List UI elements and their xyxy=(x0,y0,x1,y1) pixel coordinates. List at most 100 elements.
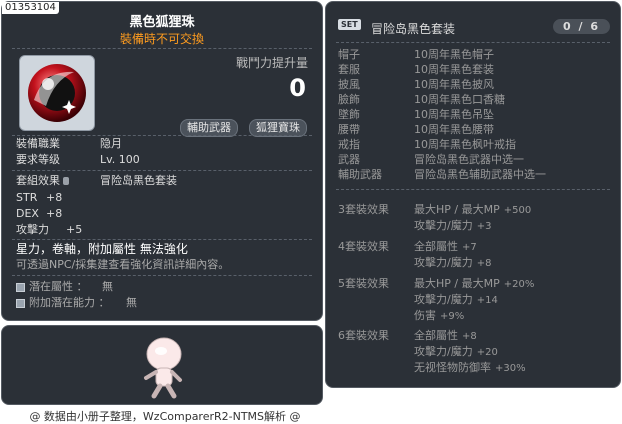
effect-text: 最大HP / 最大MP xyxy=(414,277,500,290)
set-label: 套組效果 xyxy=(16,174,60,187)
set-part-row: 戒指 10周年黑色枫叶戒指 xyxy=(338,137,516,152)
stat-name: DEX xyxy=(16,207,39,220)
set-part-row: 帽子 10周年黑色帽子 xyxy=(338,47,494,62)
effect-text: 攻擊力/魔力 xyxy=(414,293,473,306)
item-tooltip-panel: 01353104 黑色狐狸珠 裝備時不可交換 戰鬥力提升量 0 輔助武器 狐狸寶… xyxy=(1,1,323,321)
stat-name: STR xyxy=(16,191,38,204)
divider xyxy=(12,48,312,49)
effect-value: +500 xyxy=(503,205,532,216)
job-value: 隐月 xyxy=(100,137,122,150)
part-name: 10周年黑色吊坠 xyxy=(414,108,494,121)
set-part-row: 臉飾 10周年黑色口香糖 xyxy=(338,92,505,107)
effect-text: 最大HP / 最大MP xyxy=(414,203,500,216)
set-effect-label: 6套裝效果 xyxy=(338,329,389,342)
effect-value: +9% xyxy=(440,311,465,322)
effect-value: +20% xyxy=(503,279,535,290)
set-value: 冒险岛黑色套装 xyxy=(100,174,177,187)
set-part-row: 輔助武器 冒险岛黑色辅助武器中选一 xyxy=(338,167,546,182)
set-title: 冒险岛黑色套装 xyxy=(371,22,456,36)
level-label: 要求等级 xyxy=(16,153,60,166)
fox-orb-icon xyxy=(28,64,86,122)
level-row: 要求等级 Lv. 100 xyxy=(16,153,140,167)
part-name: 冒险岛黑色武器中选一 xyxy=(414,153,524,166)
divider xyxy=(12,275,312,276)
effect-value: +20 xyxy=(476,347,498,358)
part-name: 10周年黑色帽子 xyxy=(414,48,494,61)
set-count-badge: 0 / 6 xyxy=(553,19,610,34)
part-slot: 臉飾 xyxy=(338,93,360,106)
enhance-info-note: 可透過NPC/採集建查看強化資訊詳細內容。 xyxy=(16,258,230,271)
power-label: 戰鬥力提升量 xyxy=(235,56,308,70)
set-info-panel: SET 冒险岛黑色套装 0 / 6 帽子 10周年黑色帽子 套服 10周年黑色套装 … xyxy=(325,1,621,388)
set-effect-lines: 最大HP / 最大MP +20% 攻擊力/魔力 +14 伤害 +9% xyxy=(414,276,534,324)
potential-bullet-icon xyxy=(16,282,25,292)
effect-text: 无视怪物防御率 xyxy=(414,361,491,374)
set-part-row: 武器 冒险岛黑色武器中选一 xyxy=(338,152,524,167)
part-slot: 套服 xyxy=(338,63,360,76)
stat-value: +8 xyxy=(46,207,63,220)
stat-str: STR +8 xyxy=(16,191,62,205)
part-name: 冒险岛黑色辅助武器中选一 xyxy=(414,168,546,181)
set-part-row: 墜飾 10周年黑色吊坠 xyxy=(338,107,494,122)
additional-potential-label: 附加潛在能力 ： xyxy=(29,296,110,309)
level-value: Lv. 100 xyxy=(100,153,140,166)
part-name: 10周年黑色披风 xyxy=(414,78,494,91)
potential-value: 無 xyxy=(102,280,113,293)
set-effect-label: 3套裝效果 xyxy=(338,203,389,216)
part-slot: 戒指 xyxy=(338,138,360,151)
effect-value: +8 xyxy=(476,258,492,269)
effect-text: 攻擊力/魔力 xyxy=(414,345,473,358)
part-slot: 武器 xyxy=(338,153,360,166)
job-row: 裝備職業 隐月 xyxy=(16,137,122,151)
part-name: 10周年黑色套装 xyxy=(414,63,494,76)
enhance-note: 星力，卷軸，附加屬性 無法強化 xyxy=(16,242,188,256)
effect-value: +3 xyxy=(476,221,492,232)
stat-value: +8 xyxy=(46,191,63,204)
part-name: 10周年黑色口香糖 xyxy=(414,93,505,106)
stat-value: +5 xyxy=(66,223,83,236)
set-effect-lines: 最大HP / 最大MP +500 攻擊力/魔力 +3 xyxy=(414,202,531,234)
part-slot: 帽子 xyxy=(338,48,360,61)
effect-value: +30% xyxy=(495,363,526,374)
divider xyxy=(336,42,610,43)
effect-value: +14 xyxy=(476,295,498,306)
set-part-row: 腰帶 10周年黑色腰带 xyxy=(338,122,494,137)
part-slot: 腰帶 xyxy=(338,123,360,136)
part-name: 10周年黑色枫叶戒指 xyxy=(414,138,516,151)
item-trade-status: 裝備時不可交換 xyxy=(119,32,204,46)
effect-value: +8 xyxy=(462,331,477,342)
part-slot: 輔助武器 xyxy=(338,168,382,181)
stat-name: 攻擊力 xyxy=(16,223,49,236)
set-effect-label: 5套裝效果 xyxy=(338,277,389,290)
lock-icon xyxy=(63,177,69,185)
power-value: 0 xyxy=(289,74,306,102)
set-part-row: 套服 10周年黑色套装 xyxy=(338,62,494,77)
character-avatar-icon xyxy=(144,337,182,399)
divider xyxy=(12,239,312,240)
stat-attack: 攻擊力 +5 xyxy=(16,223,82,237)
effect-text: 全部屬性 xyxy=(414,329,458,342)
potential-row: 潛在屬性 ： 無 xyxy=(16,280,113,294)
set-effect-lines: 全部屬性 +7 攻擊力/魔力 +8 xyxy=(414,239,491,271)
set-row: 套組效果 冒险岛黑色套装 xyxy=(16,174,177,188)
part-slot: 披風 xyxy=(338,78,360,91)
item-name: 黑色狐狸珠 xyxy=(129,15,195,30)
potential-bullet-icon xyxy=(16,298,25,308)
set-badge: SET xyxy=(338,19,361,30)
set-effect-lines: 全部屬性 +8 攻擊力/魔力 +20 无视怪物防御率 +30% xyxy=(414,328,526,376)
effect-text: 攻擊力/魔力 xyxy=(414,219,473,232)
divider xyxy=(336,189,610,190)
divider xyxy=(12,135,312,136)
item-icon-box xyxy=(19,55,95,131)
stat-dex: DEX +8 xyxy=(16,207,62,221)
footer-credit: @ 数据由小册子整理，WzComparerR2-NTMS解析 @ xyxy=(29,410,301,423)
effect-text: 攻擊力/魔力 xyxy=(414,256,473,269)
potential-label: 潛在屬性 ： xyxy=(29,280,88,293)
part-slot: 墜飾 xyxy=(338,108,360,121)
set-effect-label: 4套裝效果 xyxy=(338,240,389,253)
part-name: 10周年黑色腰带 xyxy=(414,123,494,136)
set-part-row: 披風 10周年黑色披风 xyxy=(338,77,494,92)
effect-text: 伤害 xyxy=(414,309,436,322)
character-preview-panel xyxy=(1,325,323,405)
divider xyxy=(12,170,312,171)
